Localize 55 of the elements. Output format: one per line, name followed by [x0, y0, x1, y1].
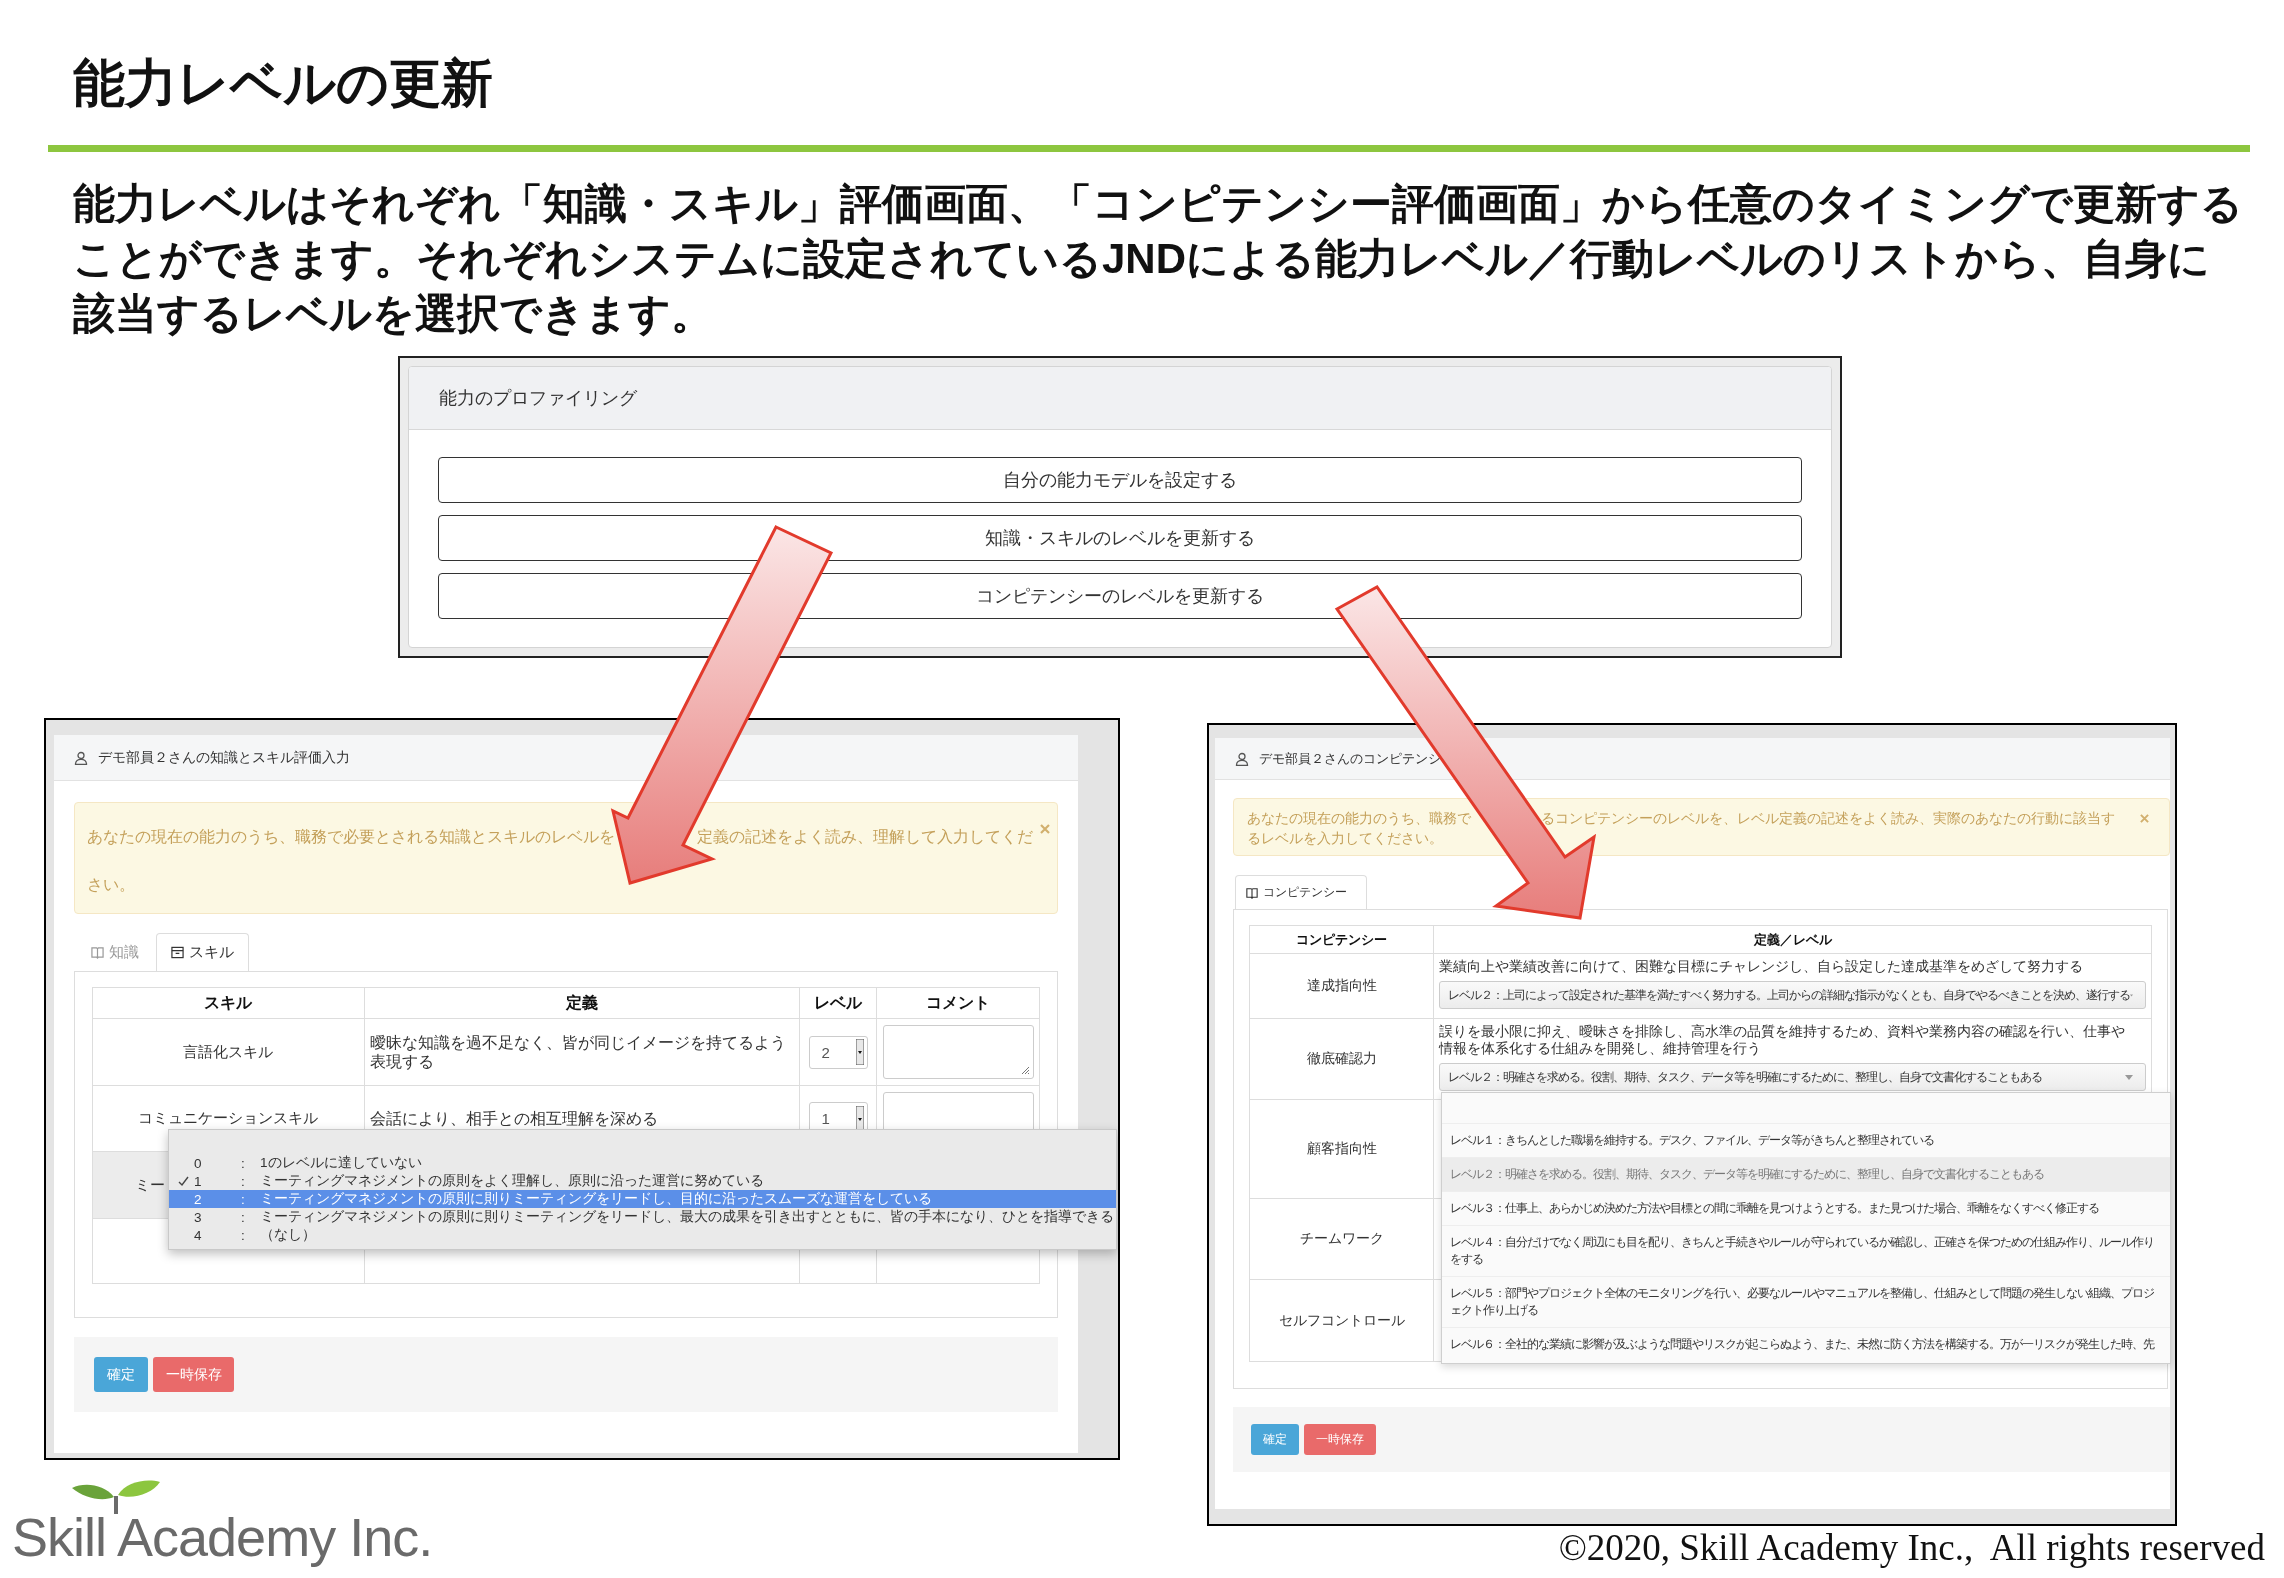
list-option[interactable]: レベル２：明確さを求める。役割、期待、タスク、データ等を明確にするために、整理し、自身で文書化することもある	[1442, 1157, 2170, 1191]
alert-text: 定義の記述をよく読み、理解して入力してくだ	[697, 827, 1033, 847]
menu-button[interactable]: 自分の能力モデルを設定する	[438, 457, 1802, 503]
list-option[interactable]: レベル３：仕事上、あらかじめ決めた方法や目標との間に乖離を見つけようとする。また見つけた場合、乖離をなくすべく修正する	[1442, 1191, 2170, 1225]
table-cell: 達成指向性	[1306, 978, 1377, 993]
table-cell-text: 誤りを最小限に抑え、曖昧さを排除し、高水準の品質を維持するため、資料や業務内容の確認を行い、仕事や情報を体系化する仕組みを開発し、維持管理を行う	[1437, 1022, 2127, 1058]
book-icon	[91, 946, 104, 959]
column-header: レベル	[799, 987, 877, 1019]
level-select[interactable]: 2	[808, 1035, 868, 1069]
level-select[interactable]: レベル２：上司によって設定された基準を満たすべく努力する。上司からの詳細な指示がなくとも、自身でやるべきことを決め、遂行する	[1439, 981, 2147, 1009]
column-header: スキル	[92, 987, 365, 1019]
table-cell: 言語化スキル	[92, 1018, 365, 1086]
alert-text: るレベルを入力してください。	[1247, 829, 1443, 848]
close-icon[interactable]	[1040, 824, 1050, 834]
window-title: デモ部員２さんの知識とスキル評価入力	[98, 748, 350, 767]
list-option[interactable]: レベル５：部門やプロジェクト全体のモニタリングを行い、必要なルールやマニュアルを整備し、仕組みとして問題の発生しない組織、プロジェクト作り上げる	[1442, 1276, 2170, 1327]
table-cell-text: 業績向上や業績改善に向けて、困難な目標にチャレンジし、自ら設定した達成基準をめざして努力する	[1438, 957, 2085, 976]
tray-icon	[171, 946, 184, 959]
comment-field[interactable]	[882, 1025, 1034, 1079]
table-cell: 曖昧な知識を過不足なく、皆が同じイメージを持てるよう表現する	[369, 1034, 786, 1070]
caret-icon	[2125, 1074, 2134, 1080]
slide-title: 能力レベルの更新	[72, 53, 494, 114]
logo-text: Skill Academy Inc.	[12, 1506, 433, 1568]
table-cell: 顧客指向性	[1306, 1141, 1377, 1156]
panel-title: 能力のプロファイリング	[439, 387, 637, 410]
resize-grip-icon[interactable]	[1020, 1066, 1030, 1075]
alert-text: あなたの現在の能力のうち、職務で必要とされる知識とスキルのレベルを	[87, 827, 615, 847]
table-cell: チームワーク	[1299, 1231, 1384, 1246]
alert-text: るコンピテンシーのレベルを、レベル定義の記述をよく読み、実際のあなたの行動に該当す	[1541, 809, 2115, 828]
alert-text: あなたの現在の能力のうち、職務で	[1247, 809, 1471, 828]
tab[interactable]: スキル	[156, 933, 249, 971]
table-cell: 会話により、相手との相互理解を深める	[369, 1110, 658, 1127]
menu-button[interactable]: コンピテンシーのレベルを更新する	[438, 573, 1802, 619]
table-cell: セルフコントロール	[1278, 1312, 1405, 1328]
column-header: 定義	[364, 987, 800, 1019]
column-header: 定義／レベル	[1433, 925, 2152, 954]
column-header: コンピテンシー	[1249, 925, 1434, 954]
list-option[interactable]: レベル６：全社的な業績に影響が及ぶような問題やリスクが起こらぬよう、また、未然に防く方法を構築する。万が一リスクが発生した時、先	[1442, 1327, 2170, 1361]
sprout-icon	[70, 1478, 162, 1514]
menu-button[interactable]: 知識・スキルのレベルを更新する	[438, 515, 1802, 561]
book-icon	[1246, 886, 1258, 899]
column-header: コメント	[876, 987, 1040, 1019]
list-option[interactable]: レベル４：自分だけでなく周辺にも目を配り、きちんと手続きやルールが守られているか確認し、正確さを保つための仕組み作り、ルール作りをする	[1442, 1225, 2170, 1276]
tab[interactable]: コンピテンシー	[1235, 875, 1367, 909]
menu-option[interactable]: 4 : （なし）	[169, 1226, 1116, 1244]
window-title: デモ部員２さんのコンピテンシ	[1259, 749, 1441, 768]
level-select[interactable]: レベル２：明確さを求める。役割、期待、タスク、データ等を明確にするために、整理し、自身で文書化することもある	[1439, 1063, 2147, 1091]
description-text: 能力レベルはそれぞれ「知識・スキル」評価画面、「コンピテンシー評価画面」から任意のタイミングで更新することができます。それぞれシステムに設定されているJNDによる能力レベル／行動レベルのリストから、自身に該当するレベルを選択できます。	[73, 179, 2244, 339]
user-icon	[74, 750, 88, 765]
close-icon[interactable]	[2140, 814, 2149, 823]
table-cell: 徹底確認力	[1306, 1051, 1377, 1066]
alert-text: さい。	[87, 875, 135, 895]
user-icon	[1235, 751, 1249, 766]
copyright-text: ©2020, Skill Academy Inc., All rights reserved	[1558, 1528, 2265, 1568]
caret-icon	[855, 1039, 864, 1065]
